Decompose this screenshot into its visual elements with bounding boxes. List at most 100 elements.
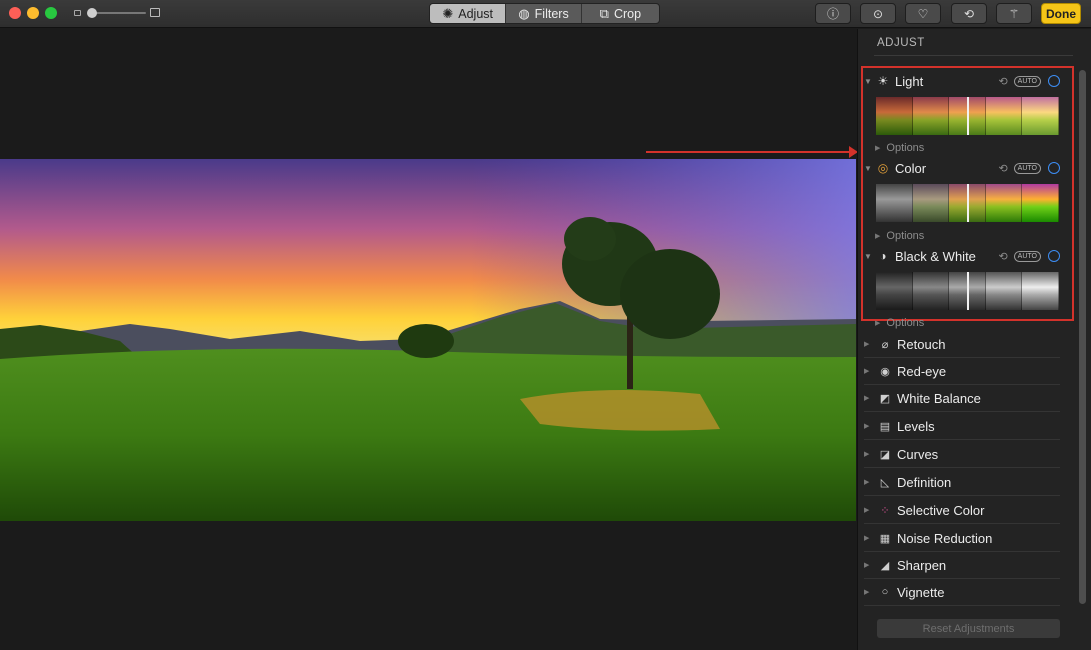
auto-button[interactable]: AUTO [1013, 162, 1041, 174]
disclosure-right-icon: ▶ [875, 145, 881, 152]
tab-filters[interactable]: ◍ Filters [506, 4, 582, 23]
film-frame [985, 184, 1023, 222]
film-frame [985, 272, 1023, 310]
section-bw-label: Black & White [895, 248, 976, 264]
more-button[interactable]: ⊙ [860, 3, 896, 24]
noise-icon: ▦ [879, 532, 891, 545]
tool-label: Levels [897, 418, 935, 434]
color-filmstrip[interactable] [876, 184, 1059, 222]
tool-definition[interactable]: ▶ ◺ Definition [864, 469, 1060, 496]
tab-adjust[interactable]: ✺ Adjust [430, 4, 507, 23]
info-button[interactable]: ⓘ [815, 3, 851, 24]
crop-icon: ⧉ [599, 6, 609, 21]
bw-filmstrip[interactable] [876, 272, 1059, 310]
film-frame [985, 97, 1023, 135]
disclosure-down-icon[interactable]: ▼ [864, 252, 875, 261]
tab-crop-label: Crop [613, 6, 642, 21]
film-frame [912, 184, 950, 222]
film-frame [1022, 272, 1059, 310]
tool-curves[interactable]: ▶ ◪ Curves [864, 441, 1060, 468]
undo-icon[interactable]: ⟲ [998, 250, 1007, 263]
section-toggle[interactable] [1048, 162, 1060, 174]
sidebar-title: ADJUST [877, 37, 925, 49]
disclosure-right-icon: ▶ [864, 395, 870, 402]
white-balance-icon: ◩ [879, 392, 891, 405]
rotate-button[interactable]: ⟲ [951, 3, 987, 24]
curves-icon: ◪ [879, 448, 891, 461]
section-color-header[interactable]: ▼ ◎ Color ⟲ AUTO [864, 158, 1060, 178]
tool-label: Red-eye [897, 363, 947, 379]
tool-label: Noise Reduction [897, 530, 993, 546]
filmstrip-slider-marker[interactable] [967, 97, 969, 135]
tab-crop[interactable]: ⧉ Crop [582, 4, 659, 23]
tool-selective-color[interactable]: ▶ ⁘ Selective Color [864, 497, 1060, 524]
zoom-slider-knob[interactable] [87, 8, 97, 18]
disclosure-right-icon: ▶ [864, 589, 870, 596]
light-filmstrip[interactable] [876, 97, 1059, 135]
tool-white-balance[interactable]: ▶ ◩ White Balance [864, 385, 1060, 412]
auto-button[interactable]: AUTO [1013, 75, 1041, 87]
tool-sharpen[interactable]: ▶ ◢ Sharpen [864, 552, 1060, 579]
filmstrip-slider-marker[interactable] [967, 272, 969, 310]
color-options-disclosure[interactable]: ▶ Options [875, 230, 924, 242]
film-frame [1022, 97, 1059, 135]
disclosure-right-icon: ▶ [864, 562, 870, 569]
selective-color-icon: ⁘ [880, 504, 890, 517]
tool-noise-reduction[interactable]: ▶ ▦ Noise Reduction [864, 525, 1060, 552]
definition-icon: ◺ [880, 476, 890, 489]
rotate-icon: ⟲ [963, 6, 975, 21]
landscape-photo[interactable] [0, 159, 856, 521]
sidebar-divider [874, 55, 1073, 56]
enhance-button[interactable]: ⚚ [996, 3, 1032, 24]
done-button[interactable]: Done [1041, 3, 1081, 24]
tool-label: Selective Color [897, 502, 985, 518]
film-frame [876, 272, 913, 310]
tool-levels[interactable]: ▶ ▤ Levels [864, 413, 1060, 440]
more-icon: ⊙ [872, 6, 884, 21]
section-light-header[interactable]: ▼ ☀ Light ⟲ AUTO [864, 71, 1060, 91]
section-toggle[interactable] [1048, 75, 1060, 87]
vignette-icon: ○ [881, 586, 889, 598]
sharpen-icon: ◢ [880, 559, 890, 572]
zoom-window-button[interactable] [45, 7, 57, 19]
undo-icon[interactable]: ⟲ [998, 162, 1007, 175]
favorite-button[interactable]: ♡ [905, 3, 941, 24]
disclosure-down-icon[interactable]: ▼ [864, 77, 875, 86]
section-toggle[interactable] [1048, 250, 1060, 262]
reset-adjustments-button[interactable]: Reset Adjustments [877, 619, 1060, 638]
auto-button[interactable]: AUTO [1013, 250, 1041, 262]
disclosure-right-icon: ▶ [864, 535, 870, 542]
bw-options-label: Options [886, 317, 925, 329]
eye-icon: ◉ [880, 365, 890, 378]
filmstrip-slider-marker[interactable] [967, 184, 969, 222]
adjust-sidebar: ADJUST ▼ ☀ Light ⟲ AUTO ▶ Options ▼ ◎ Co… [857, 29, 1091, 650]
bw-options-disclosure[interactable]: ▶ Options [875, 317, 924, 329]
filters-circles-icon: ◍ [518, 6, 530, 21]
tool-red-eye[interactable]: ▶ ◉ Red-eye [864, 358, 1060, 385]
film-frame [912, 97, 950, 135]
tool-label: Curves [897, 446, 939, 462]
half-circle-icon: ◑ [879, 249, 887, 263]
tool-retouch[interactable]: ▶ ⌀ Retouch [864, 331, 1060, 358]
toolbar: ✺ Adjust ◍ Filters ⧉ Crop ⓘ ⊙ ♡ ⟲ ⚚ Done [0, 0, 1091, 28]
disclosure-right-icon: ▶ [864, 451, 870, 458]
section-bw-header[interactable]: ▼ ◑ Black & White ⟲ AUTO [864, 246, 1060, 266]
tab-filters-label: Filters [534, 6, 569, 21]
sidebar-scrollbar[interactable] [1079, 70, 1086, 604]
zoom-out-icon [74, 10, 81, 16]
disclosure-right-icon: ▶ [875, 320, 881, 327]
color-options-label: Options [886, 230, 925, 242]
disclosure-right-icon: ▶ [864, 423, 870, 430]
light-options-label: Options [886, 142, 925, 154]
disclosure-down-icon[interactable]: ▼ [864, 164, 875, 173]
light-options-disclosure[interactable]: ▶ Options [875, 142, 924, 154]
info-icon: ⓘ [826, 7, 839, 21]
tool-vignette[interactable]: ▶ ○ Vignette [864, 579, 1060, 606]
close-window-button[interactable] [9, 7, 21, 19]
disclosure-right-icon: ▶ [864, 479, 870, 486]
photo-canvas [0, 29, 858, 650]
minimize-window-button[interactable] [27, 7, 39, 19]
undo-icon[interactable]: ⟲ [998, 75, 1007, 88]
section-light-label: Light [895, 73, 924, 89]
magic-wand-icon: ⚚ [1008, 6, 1020, 21]
